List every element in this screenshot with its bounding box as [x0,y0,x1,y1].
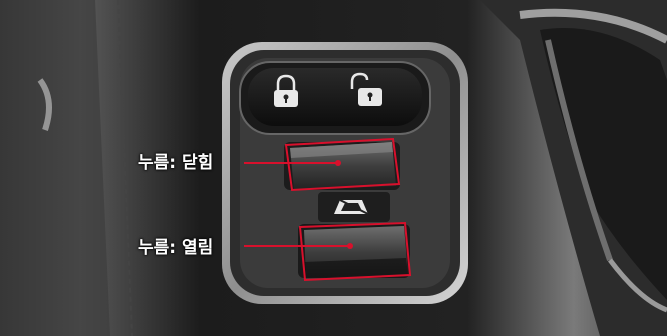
callout-label-open: 누름: 열림 [138,238,214,258]
callout-dot-open [347,243,353,249]
door-switch-photo [0,0,667,336]
photo-stage: 누름: 닫힘 누름: 열림 [0,0,667,336]
callout-dot-close [335,160,341,166]
callout-label-close: 누름: 닫힘 [138,153,214,173]
window-lock-icon [334,199,369,215]
left-trim-panel [0,0,110,336]
